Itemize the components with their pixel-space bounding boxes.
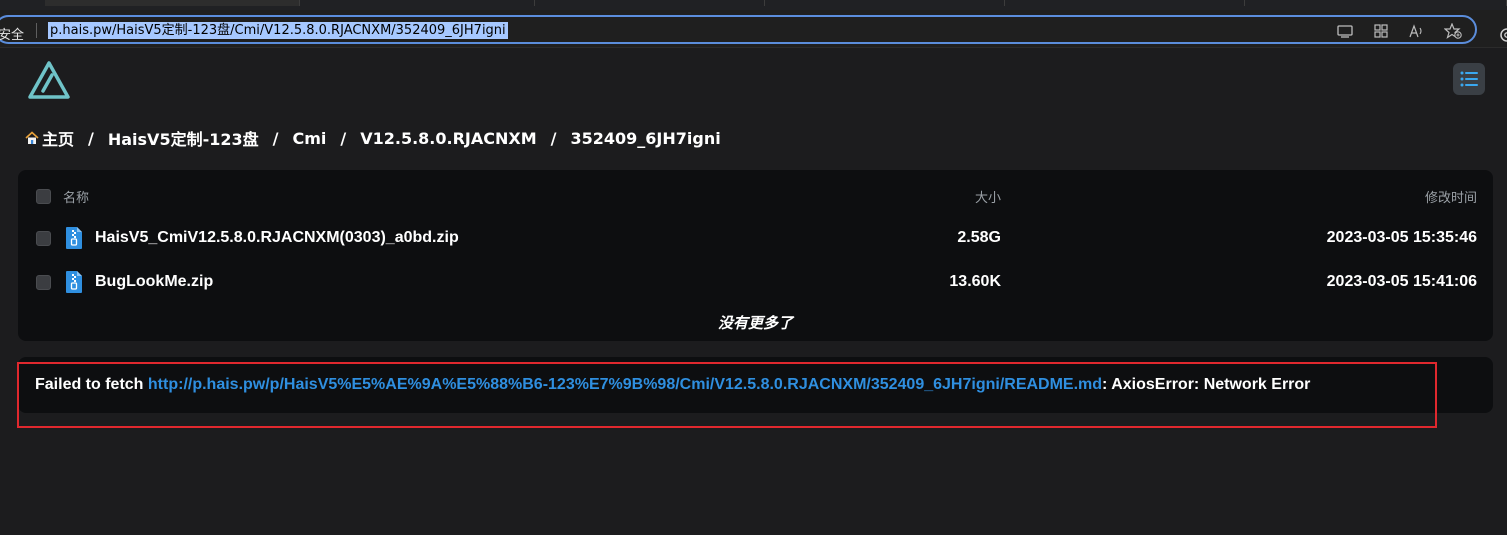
- file-list: 名称 大小 修改时间 HaisV5_CmiV12.5.8.0.RJACNXM(0…: [18, 170, 1493, 341]
- file-checkbox[interactable]: [36, 230, 51, 246]
- select-all-checkbox[interactable]: [36, 188, 51, 204]
- breadcrumb-separator: /: [340, 128, 347, 148]
- column-header-size[interactable]: 大小: [975, 187, 1001, 206]
- browser-tab[interactable]: [765, 0, 1005, 6]
- zip-file-icon: [66, 271, 82, 293]
- read-aloud-icon[interactable]: [1408, 22, 1426, 40]
- zip-file-icon: [66, 227, 82, 249]
- browser-address-row: 安全 p.hais.pw/HaisV5定制-123盘/Cmi/V12.5.8.0…: [0, 10, 1507, 48]
- file-list-header: 名称 大小 修改时间: [18, 181, 1493, 211]
- alist-logo[interactable]: [28, 61, 70, 99]
- column-header-name[interactable]: 名称: [63, 187, 89, 206]
- file-row[interactable]: BugLookMe.zip 13.60K 2023-03-05 15:41:06: [18, 267, 1493, 297]
- browser-tab[interactable]: [1245, 0, 1507, 6]
- file-modified: 2023-03-05 15:41:06: [1326, 273, 1477, 290]
- file-size: 2.58G: [957, 229, 1001, 246]
- list-menu-icon: [1460, 71, 1478, 87]
- file-size: 13.60K: [949, 273, 1001, 290]
- file-name[interactable]: HaisV5_CmiV12.5.8.0.RJACNXM(0303)_a0bd.z…: [95, 229, 459, 247]
- breadcrumb-separator: /: [550, 128, 557, 148]
- url-input[interactable]: p.hais.pw/HaisV5定制-123盘/Cmi/V12.5.8.0.RJ…: [48, 22, 508, 39]
- no-more-footer: 没有更多了: [717, 314, 793, 332]
- browser-tab[interactable]: [1005, 0, 1245, 6]
- breadcrumb-separator: /: [272, 128, 279, 148]
- breadcrumb-item[interactable]: Cmi: [292, 129, 326, 148]
- reading-mode-icon[interactable]: [1336, 22, 1354, 40]
- address-bar[interactable]: 安全 p.hais.pw/HaisV5定制-123盘/Cmi/V12.5.8.0…: [0, 15, 1477, 44]
- file-row[interactable]: HaisV5_CmiV12.5.8.0.RJACNXM(0303)_a0bd.z…: [18, 223, 1493, 253]
- home-icon: [25, 131, 39, 144]
- browser-tab-strip: [0, 0, 1507, 10]
- app-grid-icon[interactable]: [1372, 22, 1390, 40]
- settings-gear-icon[interactable]: [1495, 26, 1507, 44]
- breadcrumb: 主页 / HaisV5定制-123盘 / Cmi / V12.5.8.0.RJA…: [25, 127, 721, 149]
- omnibox-divider: [36, 23, 37, 38]
- browser-tab[interactable]: [300, 0, 535, 6]
- browser-tab[interactable]: [535, 0, 765, 6]
- breadcrumb-item-home[interactable]: 主页: [42, 126, 74, 150]
- file-name-cell[interactable]: HaisV5_CmiV12.5.8.0.RJACNXM(0303)_a0bd.z…: [65, 226, 459, 250]
- breadcrumb-separator: /: [88, 128, 94, 148]
- file-name[interactable]: BugLookMe.zip: [95, 273, 213, 291]
- annotation-highlight-box: [17, 362, 1437, 428]
- column-header-modified[interactable]: 修改时间: [1425, 187, 1477, 206]
- list-menu-button[interactable]: [1453, 63, 1485, 95]
- browser-tab[interactable]: [45, 0, 300, 6]
- file-modified: 2023-03-05 15:35:46: [1326, 229, 1477, 246]
- file-checkbox[interactable]: [36, 274, 51, 290]
- breadcrumb-item[interactable]: HaisV5定制-123盘: [108, 126, 259, 150]
- file-name-cell[interactable]: BugLookMe.zip: [65, 270, 213, 294]
- breadcrumb-item[interactable]: V12.5.8.0.RJACNXM: [360, 129, 536, 148]
- favorite-add-icon[interactable]: [1444, 22, 1462, 40]
- breadcrumb-item-current[interactable]: 352409_6JH7igni: [570, 129, 720, 148]
- security-label[interactable]: 安全: [0, 24, 24, 43]
